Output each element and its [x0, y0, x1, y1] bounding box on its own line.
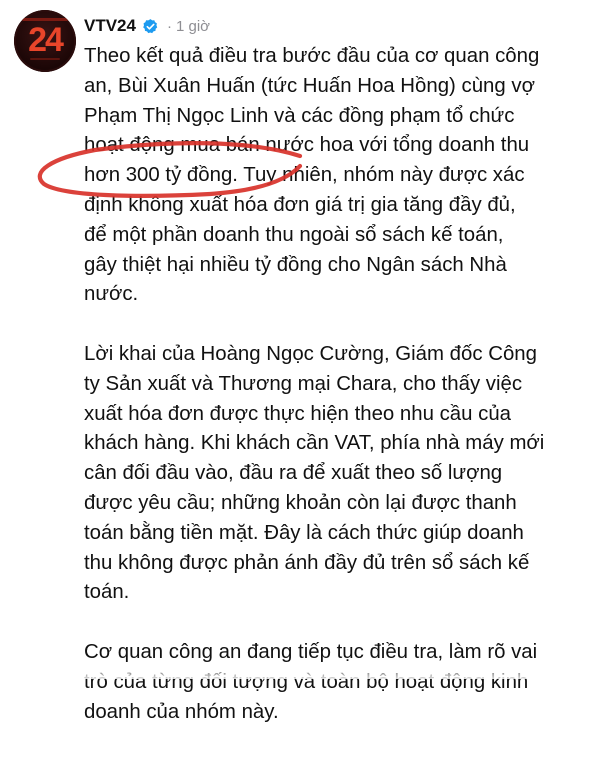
paragraph-2: Lời khai của Hoàng Ngọc Cường, Giám đốc … — [84, 340, 584, 608]
text-line: toán. — [84, 581, 130, 604]
text-line: nước. — [84, 283, 139, 306]
text-line: doanh của nhóm này. — [84, 700, 279, 723]
text-line: được yêu cầu; những khoản còn lại được t… — [84, 491, 517, 514]
text-line: xuất hóa đơn được thực hiện theo nhu cầu… — [84, 402, 512, 425]
avatar-mark: 24 — [28, 21, 64, 59]
separator-dot: · — [166, 17, 172, 35]
paragraph-3: Cơ quan công an đang tiếp tục điều tra, … — [84, 638, 584, 727]
text-line: để một phần doanh thu ngoài sổ sách kế t… — [84, 223, 504, 246]
text-line: cân đối đầu vào, đầu ra để xuất theo số … — [84, 462, 503, 485]
text-line: toán bằng tiền mặt. Đây là cách thức giú… — [84, 521, 524, 544]
text-line: khách hàng. Khi khách cần VAT, phía nhà … — [84, 432, 545, 455]
verified-badge-icon — [143, 18, 158, 33]
author-name[interactable]: VTV24 — [84, 16, 136, 36]
author-avatar[interactable]: 24 — [14, 10, 76, 72]
post-time: 1 giờ — [175, 17, 211, 35]
post: 24 VTV24 · 1 giờ Theo kết quả điều tra b… — [0, 0, 595, 723]
text-line: Lời khai của Hoàng Ngọc Cường, Giám đốc … — [84, 342, 537, 365]
text-line: gây thiệt hại nhiều tỷ đồng cho Ngân sác… — [84, 253, 507, 276]
text-line: ty Sản xuất và Thương mại Chara, cho thấ… — [84, 372, 523, 395]
text-line: thu không được phản ánh đầy đủ trên sổ s… — [84, 551, 530, 574]
text-line: Theo kết quả điều tra bước đầu của cơ qu… — [84, 45, 540, 67]
text-line: hoạt động mua bán nước hoa với tổng doan… — [84, 134, 530, 157]
text-line: hơn 300 tỷ đồng. Tuy nhiên, nhóm này đượ… — [84, 164, 525, 187]
bottom-fade — [0, 661, 595, 679]
post-header: VTV24 · 1 giờ — [84, 14, 210, 38]
text-line: Phạm Thị Ngọc Linh và các đồng phạm tổ c… — [84, 104, 515, 127]
avatar-stripe-bottom — [30, 58, 60, 60]
text-line: an, Bùi Xuân Huấn (tức Huấn Hoa Hồng) cù… — [84, 74, 535, 97]
post-body: Theo kết quả điều tra bước đầu của cơ qu… — [84, 42, 584, 757]
paragraph-1: Theo kết quả điều tra bước đầu của cơ qu… — [84, 42, 584, 310]
text-line: định không xuất hóa đơn giá trị gia tăng… — [84, 193, 516, 216]
